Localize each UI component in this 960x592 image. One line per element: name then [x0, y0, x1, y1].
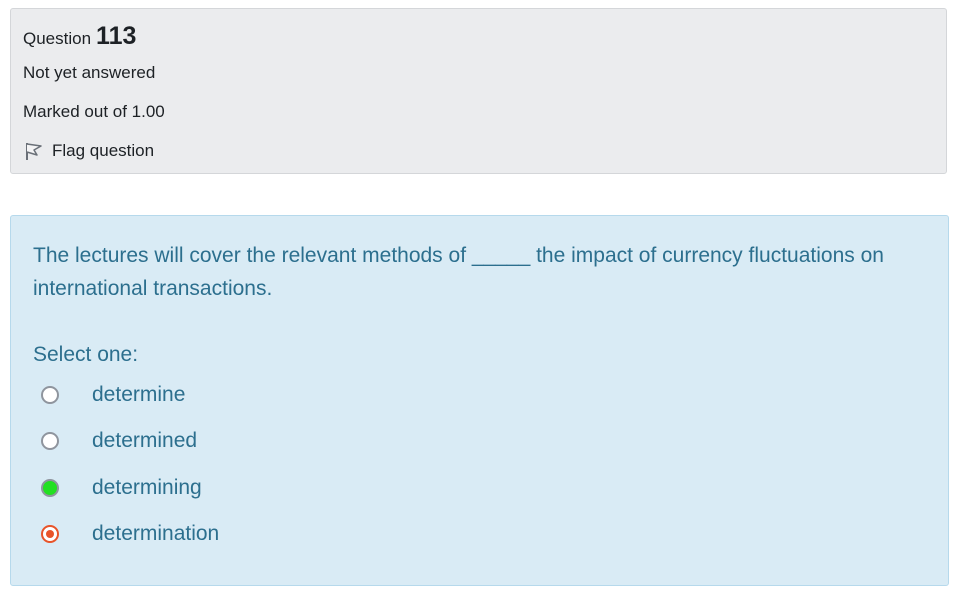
marks-info: Marked out of 1.00 [23, 102, 165, 121]
question-content-panel: The lectures will cover the relevant met… [10, 215, 949, 586]
option-determination[interactable]: determination [41, 518, 219, 550]
answer-status: Not yet answered [23, 63, 156, 82]
select-prompt: Select one: [33, 343, 139, 366]
question-heading: Question 113 [23, 19, 136, 56]
question-info-panel: Question 113 Not yet answered Marked out … [10, 8, 947, 174]
option-label: determination [92, 522, 220, 545]
radio-button[interactable] [41, 432, 59, 450]
option-label: determining [92, 476, 202, 499]
radio-button-highlighted[interactable] [41, 479, 59, 497]
question-number: 113 [96, 22, 137, 50]
question-text: The lectures will cover the relevant met… [33, 244, 884, 300]
option-label: determined [92, 429, 198, 452]
radio-button[interactable] [41, 386, 59, 404]
option-determine[interactable]: determine [41, 379, 185, 411]
option-determining[interactable]: determining [41, 472, 202, 504]
option-label: determine [92, 383, 186, 406]
option-determined[interactable]: determined [41, 425, 197, 457]
question-label: Question [23, 29, 92, 48]
flag-icon [23, 140, 45, 162]
flag-question-link[interactable]: Flag question [23, 140, 154, 162]
radio-button-selected[interactable] [41, 525, 59, 543]
flag-question-label: Flag question [52, 141, 155, 160]
